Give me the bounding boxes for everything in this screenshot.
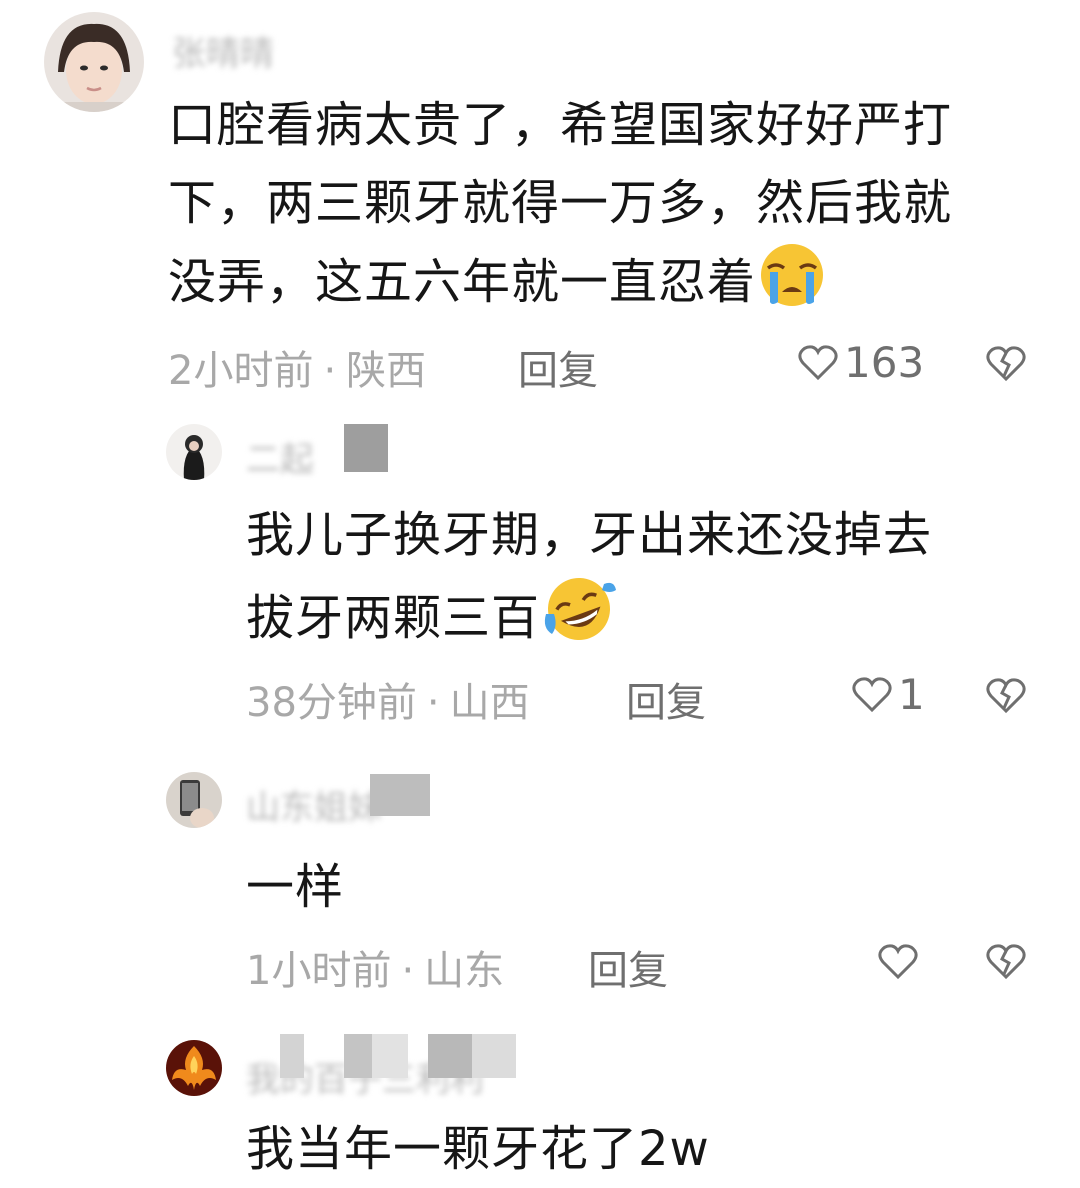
timestamp: 1小时前 — [246, 948, 392, 994]
like-button[interactable]: 163 — [798, 338, 924, 387]
comment-meta: 1小时前 · 山东 — [246, 938, 504, 996]
comment-text: 我儿子换牙期，牙出来还没掉去 拔牙两颗三百 — [246, 496, 1046, 667]
comment-text-line: 我当年一颗牙花了2w — [246, 1121, 710, 1177]
comment-text-line: 下，两三颗牙就得一万多，然后我就 — [168, 175, 953, 231]
like-count: 1 — [898, 670, 925, 719]
broken-heart-icon — [986, 944, 1026, 980]
separator: · — [323, 348, 337, 394]
avatar[interactable] — [44, 12, 144, 112]
comment-meta: 2小时前 · 陕西 — [168, 338, 426, 396]
comment-text: 一样 — [246, 848, 1046, 926]
censor-mosaic — [344, 424, 388, 472]
reply-button[interactable]: 回复 — [518, 338, 598, 396]
rolling-laughing-face-icon — [540, 574, 618, 667]
username[interactable]: 张晴晴 — [172, 26, 274, 75]
avatar[interactable] — [166, 1040, 222, 1096]
comment-text-line: 我儿子换牙期，牙出来还没掉去 — [246, 507, 933, 563]
comment-text-line: 没弄，这五六年就一直忍着 — [168, 242, 1048, 331]
reply-button[interactable]: 回复 — [588, 938, 668, 996]
broken-heart-icon — [986, 346, 1026, 382]
dislike-button[interactable] — [986, 346, 1026, 382]
location: 山东 — [424, 948, 505, 994]
avatar[interactable] — [166, 424, 222, 480]
comment-text: 口腔看病太贵了，希望国家好好严打 下，两三颗牙就得一万多，然后我就 没弄，这五六… — [168, 86, 1048, 331]
heart-icon — [878, 944, 918, 980]
heart-icon — [798, 344, 838, 381]
comment-text-line: 拔牙两颗三百 — [246, 574, 1046, 667]
comment-text-line: 一样 — [246, 859, 345, 915]
censor-mosaic — [280, 1034, 516, 1078]
comment-meta: 38分钟前 · 山西 — [246, 670, 530, 728]
broken-heart-icon — [986, 678, 1026, 714]
dislike-button[interactable] — [986, 944, 1026, 980]
location: 陕西 — [346, 348, 427, 394]
heart-icon — [852, 676, 892, 713]
dislike-button[interactable] — [986, 678, 1026, 714]
comment-text: 我当年一颗牙花了2w — [246, 1110, 1046, 1188]
timestamp: 2小时前 — [168, 348, 314, 394]
reply-button[interactable]: 回复 — [626, 670, 706, 728]
username[interactable]: 山东姐妹 — [246, 780, 382, 829]
username[interactable]: 二起 — [246, 432, 314, 481]
like-button[interactable]: 1 — [852, 670, 925, 719]
location: 山西 — [449, 680, 530, 726]
separator: · — [426, 680, 440, 726]
comment-text-line: 口腔看病太贵了，希望国家好好严打 — [168, 97, 953, 153]
like-count: 163 — [844, 338, 925, 387]
crying-face-icon — [756, 242, 828, 331]
timestamp: 38分钟前 — [246, 680, 417, 726]
like-button[interactable] — [878, 944, 918, 980]
censor-mosaic — [370, 774, 430, 816]
separator: · — [401, 948, 415, 994]
avatar[interactable] — [166, 772, 222, 828]
